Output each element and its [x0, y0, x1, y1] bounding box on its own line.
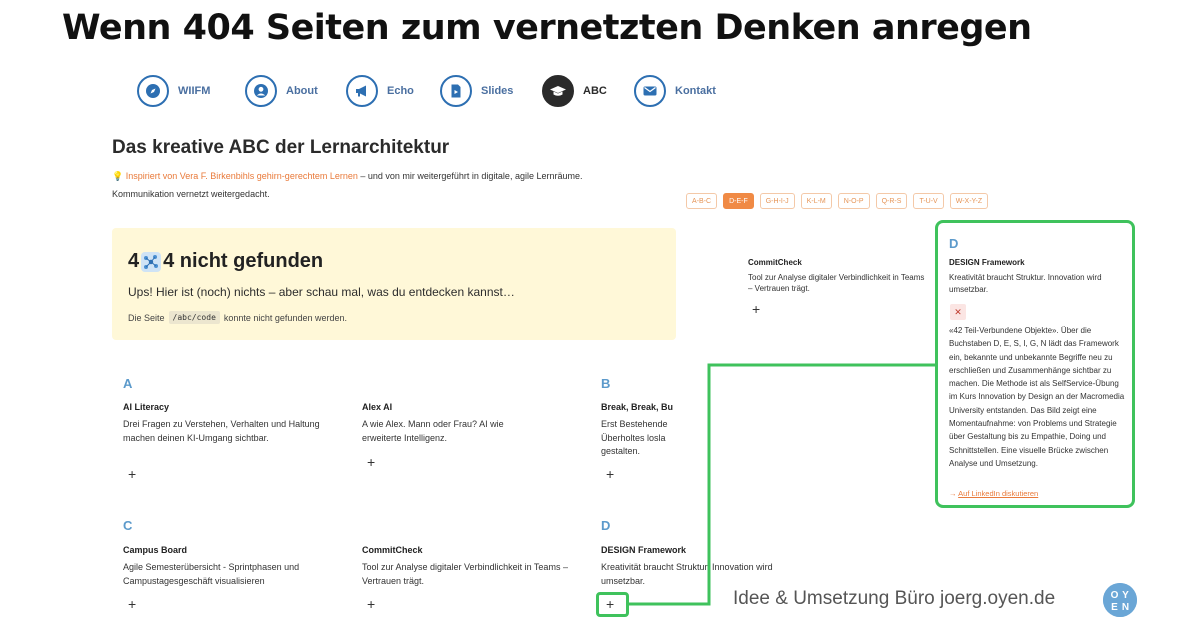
card-title: AI Literacy	[123, 402, 170, 412]
svg-text:N: N	[1122, 602, 1129, 613]
card-letter: B	[601, 376, 611, 391]
linkedin-link[interactable]: → Auf LinkedIn diskutieren	[949, 489, 1038, 498]
compass-icon	[137, 75, 169, 107]
svg-text:E: E	[1111, 602, 1118, 613]
card-title: CommitCheck	[748, 258, 802, 267]
intro-rest: – und von mir weitergeführt in digitale,…	[357, 171, 583, 181]
tab-q-r-s[interactable]: Q-R-S	[875, 193, 908, 209]
tab-n-o-p[interactable]: N-O-P	[837, 193, 870, 209]
section-title: Das kreative ABC der Lernarchitektur	[112, 137, 450, 158]
nav-label: Echo	[387, 85, 414, 97]
brain-network-icon	[141, 251, 162, 272]
nav-label: WIIFM	[178, 85, 211, 97]
error-title-rest: 4 nicht gefunden	[163, 250, 324, 272]
tab-g-h-i-j[interactable]: G-H-I-J	[759, 193, 795, 209]
popup-desc: Kreativität braucht Struktur. Innovation…	[949, 273, 1102, 294]
card-desc: Drei Fragen zu Verstehen, Verhalten und …	[123, 419, 320, 443]
card-title: Alex AI	[362, 402, 393, 412]
tab-k-l-m[interactable]: K-L-M	[800, 193, 832, 209]
tab-t-u-v[interactable]: T-U-V	[913, 193, 944, 209]
inspiration-link[interactable]: Inspiriert von Vera F. Birkenbihls gehir…	[126, 171, 358, 181]
megaphone-icon	[346, 75, 378, 107]
intro-text-line2: Kommunikation vernetzt weitergedacht.	[112, 189, 270, 199]
nav-item-wiifm[interactable]: WIIFM	[137, 75, 210, 107]
envelope-icon	[634, 75, 666, 107]
error-title-digit: 4	[128, 250, 140, 272]
expand-button[interactable]: +	[128, 467, 136, 481]
nav-label: Kontakt	[675, 85, 716, 97]
error-path-prefix: Die Seite	[128, 312, 165, 323]
card-letter: A	[123, 376, 133, 391]
nav-item-kontakt[interactable]: Kontakt	[634, 75, 716, 107]
card-title: CommitCheck	[362, 545, 423, 555]
tab-d-e-f[interactable]: D-E-F	[723, 193, 754, 209]
popup-letter: D	[949, 236, 959, 251]
error-path-code: /abc/code	[168, 311, 220, 324]
card-desc: Kreativität braucht Struktur. Innovation…	[601, 562, 773, 586]
card-desc: Erst Bestehende Überholtes losla gestalt…	[601, 419, 668, 456]
nav-label: Slides	[481, 85, 514, 97]
graduation-cap-icon	[542, 75, 574, 107]
svg-text:O: O	[1111, 590, 1119, 601]
expand-button[interactable]: +	[367, 455, 375, 469]
nav-label: ABC	[583, 85, 607, 97]
card-letter: D	[601, 518, 611, 533]
tab-a-b-c[interactable]: A-B-C	[686, 193, 718, 209]
abc-tabs: A-B-C D-E-F G-H-I-J K-L-M N-O-P Q-R-S T-…	[686, 193, 989, 209]
close-icon[interactable]: ✕	[950, 304, 966, 320]
tab-w-x-y-z[interactable]: W-X-Y-Z	[949, 193, 989, 209]
card-desc: Tool zur Analyse digitaler Verbindlichke…	[362, 562, 568, 586]
oyen-logo: O Y E N	[1103, 583, 1137, 617]
detail-popup: D DESIGN Framework Kreativität braucht S…	[935, 220, 1135, 508]
error-path-line: Die Seite /abc/code konnte nicht gefunde…	[128, 311, 347, 324]
error-404-box: 4 4 nicht gefunden Ups! Hier ist (noch) …	[112, 228, 676, 340]
card-title: DESIGN Framework	[601, 545, 687, 555]
expand-button[interactable]: +	[752, 302, 760, 316]
nav-item-echo[interactable]: Echo	[346, 75, 414, 107]
expand-button[interactable]: +	[128, 597, 136, 611]
svg-text:Y: Y	[1122, 590, 1129, 601]
popup-long-text: «42 Teil-Verbundene Objekte». Über die B…	[949, 326, 1125, 468]
error-path-suffix: konnte nicht gefunden werden.	[223, 312, 347, 323]
nav-label: About	[286, 85, 318, 97]
slides-file-icon	[440, 75, 472, 107]
credit-text: Idee & Umsetzung Büro joerg.oyen.de	[733, 588, 1056, 609]
linkedin-link-label: Auf LinkedIn diskutieren	[958, 489, 1039, 498]
intro-text: 💡 Inspiriert von Vera F. Birkenbihls geh…	[112, 171, 582, 182]
card-desc: Tool zur Analyse digitaler Verbindlichke…	[748, 273, 925, 293]
arrow-icon: →	[949, 489, 959, 498]
expand-button[interactable]: +	[367, 597, 375, 611]
lightbulb-icon: 💡	[112, 171, 124, 181]
card-clipped: Break, Break, Bu Erst Bestehende Überhol…	[600, 400, 678, 460]
error-title: 4 4 nicht gefunden	[128, 250, 323, 273]
card-letter: C	[123, 518, 133, 533]
highlight-box	[596, 592, 629, 617]
popup-title: DESIGN Framework	[949, 258, 1025, 267]
user-icon	[245, 75, 277, 107]
nav-item-about[interactable]: About	[245, 75, 318, 107]
nav-item-slides[interactable]: Slides	[440, 75, 513, 107]
card-title: Campus Board	[123, 545, 188, 555]
card-title: Break, Break, Bu	[601, 402, 674, 412]
error-subtitle: Ups! Hier ist (noch) nichts – aber schau…	[128, 285, 515, 299]
headline: Wenn 404 Seiten zum vernetzten Denken an…	[62, 8, 1032, 48]
expand-button[interactable]: +	[606, 467, 614, 481]
nav-item-abc[interactable]: ABC	[542, 75, 607, 107]
card-desc: A wie Alex. Mann oder Frau? AI wie erwei…	[362, 419, 504, 443]
card-desc: Agile Semesterübersicht - Sprintphasen u…	[123, 562, 300, 586]
